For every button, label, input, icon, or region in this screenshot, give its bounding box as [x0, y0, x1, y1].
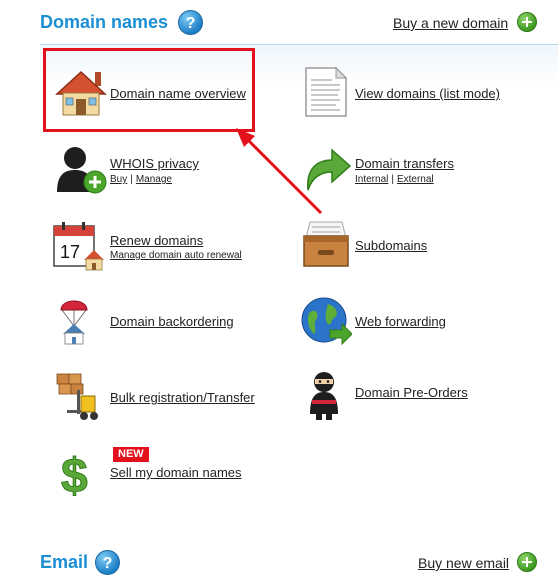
curved-arrow-icon: [307, 148, 352, 191]
document-icon: [305, 66, 348, 117]
separator: |: [391, 174, 394, 185]
forklift-boxes-icon: [56, 373, 98, 420]
svg-text:$: $: [61, 450, 88, 498]
domain-pre-orders-link[interactable]: Domain Pre-Orders: [355, 385, 468, 400]
new-badge: NEW: [113, 447, 149, 462]
section-title-domain-names: Domain names: [40, 12, 169, 32]
domain-names-header: Domain names ? Buy a new domain: [0, 0, 558, 44]
help-icon[interactable]: ?: [95, 550, 120, 575]
calendar-house-icon: 17: [53, 222, 104, 271]
renew-domains-link[interactable]: Renew domains: [110, 233, 203, 248]
transfers-external-link[interactable]: External: [397, 174, 434, 185]
whois-manage-link[interactable]: Manage: [136, 174, 172, 185]
manage-auto-renewal-link: Manage domain auto renewal: [110, 250, 242, 261]
whois-sub-links: Buy | Manage: [110, 174, 172, 185]
sell-my-domain-names-link[interactable]: Sell my domain names: [110, 465, 242, 480]
separator: |: [130, 174, 133, 185]
plus-icon[interactable]: [517, 12, 537, 32]
buy-new-email-link[interactable]: Buy new email: [418, 555, 509, 571]
help-icon[interactable]: ?: [178, 10, 203, 35]
file-tray-icon: [303, 221, 349, 267]
whois-privacy-link[interactable]: WHOIS privacy: [110, 156, 199, 171]
ninja-icon: [310, 372, 338, 420]
whois-buy-link[interactable]: Buy: [110, 174, 127, 185]
domain-backordering-link[interactable]: Domain backordering: [110, 314, 234, 329]
transfers-internal-link[interactable]: Internal: [355, 174, 388, 185]
calendar-day: 17: [60, 242, 80, 262]
globe-arrow-icon: [301, 297, 352, 346]
subdomains-link[interactable]: Subdomains: [355, 238, 427, 253]
transfers-sub-links: Internal | External: [355, 174, 434, 185]
highlight-box: [43, 48, 255, 132]
view-domains-list-mode-link[interactable]: View domains (list mode): [355, 86, 500, 101]
bulk-registration-transfer-link[interactable]: Bulk registration/Transfer: [110, 390, 255, 405]
plus-icon[interactable]: [517, 552, 537, 572]
manage-auto-renewal-anchor[interactable]: Manage domain auto renewal: [110, 250, 242, 261]
email-header: Email ? Buy new email: [0, 544, 558, 580]
buy-new-domain-link[interactable]: Buy a new domain: [393, 15, 508, 31]
section-title-email: Email: [40, 552, 89, 572]
parachute-house-icon: [60, 300, 88, 345]
user-silhouette-add-icon: [57, 147, 107, 194]
domain-transfers-link[interactable]: Domain transfers: [355, 156, 454, 171]
web-forwarding-link[interactable]: Web forwarding: [355, 314, 446, 329]
dollar-sign-icon: $: [61, 450, 89, 499]
